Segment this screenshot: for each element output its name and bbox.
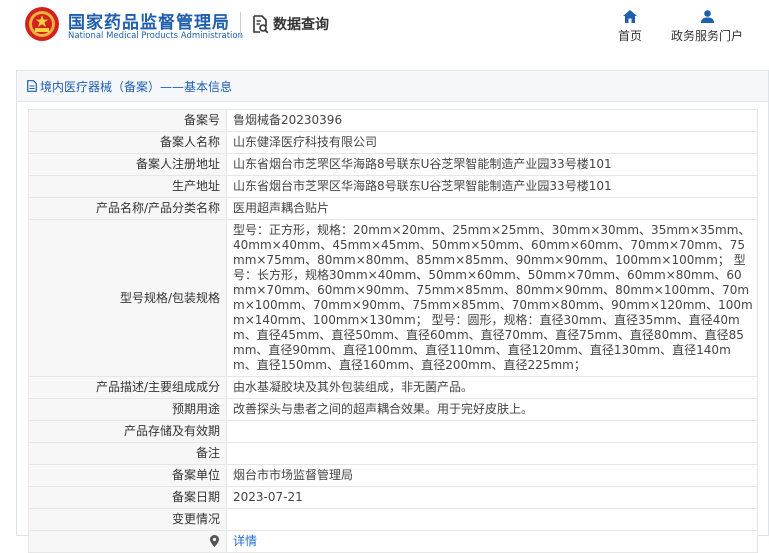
- row-value: [226, 420, 758, 443]
- table-row: 详情: [28, 530, 758, 553]
- nav-home-label: 首页: [617, 29, 642, 43]
- document-icon: [27, 80, 37, 92]
- row-label: 备案日期: [28, 486, 227, 509]
- data-query-title: 数据查询: [252, 14, 329, 34]
- row-value: 山东健泽医疗科技有限公司: [226, 131, 758, 154]
- table-row: 备案人名称 山东健泽医疗科技有限公司: [28, 131, 758, 154]
- logo-subtitle: National Medical Products Administration: [68, 31, 243, 41]
- table-row: 备案日期 2023-07-21: [28, 486, 758, 509]
- row-value: 型号：正方形，规格：20mm×20mm、25mm×25mm、30mm×30mm、…: [226, 219, 758, 377]
- table-row: 产品名称/产品分类名称 医用超声耦合贴片: [28, 197, 758, 220]
- table-row: 型号规格/包装规格 型号：正方形，规格：20mm×20mm、25mm×25mm、…: [28, 219, 758, 377]
- row-label: 生产地址: [28, 175, 227, 198]
- row-label: 备案人注册地址: [28, 153, 227, 176]
- home-icon: [623, 10, 637, 23]
- table-row: 生产地址 山东省烟台市芝罘区华海路8号联东U谷芝罘智能制造产业园33号楼101: [28, 175, 758, 198]
- row-value: 鲁烟械备20230396: [226, 109, 758, 132]
- row-label: 备案号: [28, 109, 227, 132]
- row-label: 型号规格/包装规格: [28, 219, 227, 377]
- user-icon: [700, 10, 714, 23]
- row-value: [226, 508, 758, 531]
- map-pin-icon: [210, 535, 219, 547]
- nav-home[interactable]: 首页: [614, 10, 646, 44]
- site-header: 国家药品监督管理局 National Medical Products Admi…: [0, 0, 769, 60]
- row-label: 预期用途: [28, 398, 227, 421]
- detail-panel: 境内医疗器械（备案）——基本信息 备案号 鲁烟械备20230396 备案人名称 …: [16, 70, 769, 553]
- table-row: 备案号 鲁烟械备20230396: [28, 109, 758, 132]
- info-table: 备案号 鲁烟械备20230396 备案人名称 山东健泽医疗科技有限公司 备案人注…: [28, 109, 758, 553]
- logo-title: 国家药品监督管理局: [68, 13, 230, 33]
- document-search-icon: [253, 14, 269, 33]
- row-value: 山东省烟台市芝罘区华海路8号联东U谷芝罘智能制造产业园33号楼101: [226, 153, 758, 176]
- table-row: 备案单位 烟台市市场监督管理局: [28, 464, 758, 487]
- row-value: 医用超声耦合贴片: [226, 197, 758, 220]
- row-label: 产品存储及有效期: [28, 420, 227, 443]
- nav-service-portal[interactable]: 政务服务门户: [666, 10, 748, 44]
- header-divider: [240, 12, 241, 38]
- row-label: 变更情况: [28, 508, 227, 531]
- national-emblem-icon: [25, 7, 59, 41]
- row-label: 备案单位: [28, 464, 227, 487]
- row-label: 备注: [28, 442, 227, 465]
- table-row: 产品描述/主要组成成分 由水基凝胶块及其外包装组成，非无菌产品。: [28, 376, 758, 399]
- row-value: 由水基凝胶块及其外包装组成，非无菌产品。: [226, 376, 758, 399]
- row-value: 详情: [226, 530, 758, 553]
- nav-service-label: 政务服务门户: [670, 29, 743, 43]
- panel-title-bar: 境内医疗器械（备案）——基本信息: [17, 71, 768, 102]
- row-label: 产品名称/产品分类名称: [28, 197, 227, 220]
- data-query-label: 数据查询: [273, 17, 329, 33]
- table-row: 预期用途 改善探头与患者之间的超声耦合效果。用于完好皮肤上。: [28, 398, 758, 421]
- table-row: 变更情况: [28, 508, 758, 531]
- row-value: [226, 442, 758, 465]
- row-value: 山东省烟台市芝罘区华海路8号联东U谷芝罘智能制造产业园33号楼101: [226, 175, 758, 198]
- row-value: 烟台市市场监督管理局: [226, 464, 758, 487]
- details-link[interactable]: 详情: [233, 534, 257, 548]
- table-row: 备案人注册地址 山东省烟台市芝罘区华海路8号联东U谷芝罘智能制造产业园33号楼1…: [28, 153, 758, 176]
- row-label: 备案人名称: [28, 131, 227, 154]
- row-value: 2023-07-21: [226, 486, 758, 509]
- table-row: 备注: [28, 442, 758, 465]
- row-label: 产品描述/主要组成成分: [28, 376, 227, 399]
- panel-title: 境内医疗器械（备案）——基本信息: [40, 79, 233, 94]
- row-label-pin: [28, 530, 227, 553]
- row-value: 改善探头与患者之间的超声耦合效果。用于完好皮肤上。: [226, 398, 758, 421]
- table-row: 产品存储及有效期: [28, 420, 758, 443]
